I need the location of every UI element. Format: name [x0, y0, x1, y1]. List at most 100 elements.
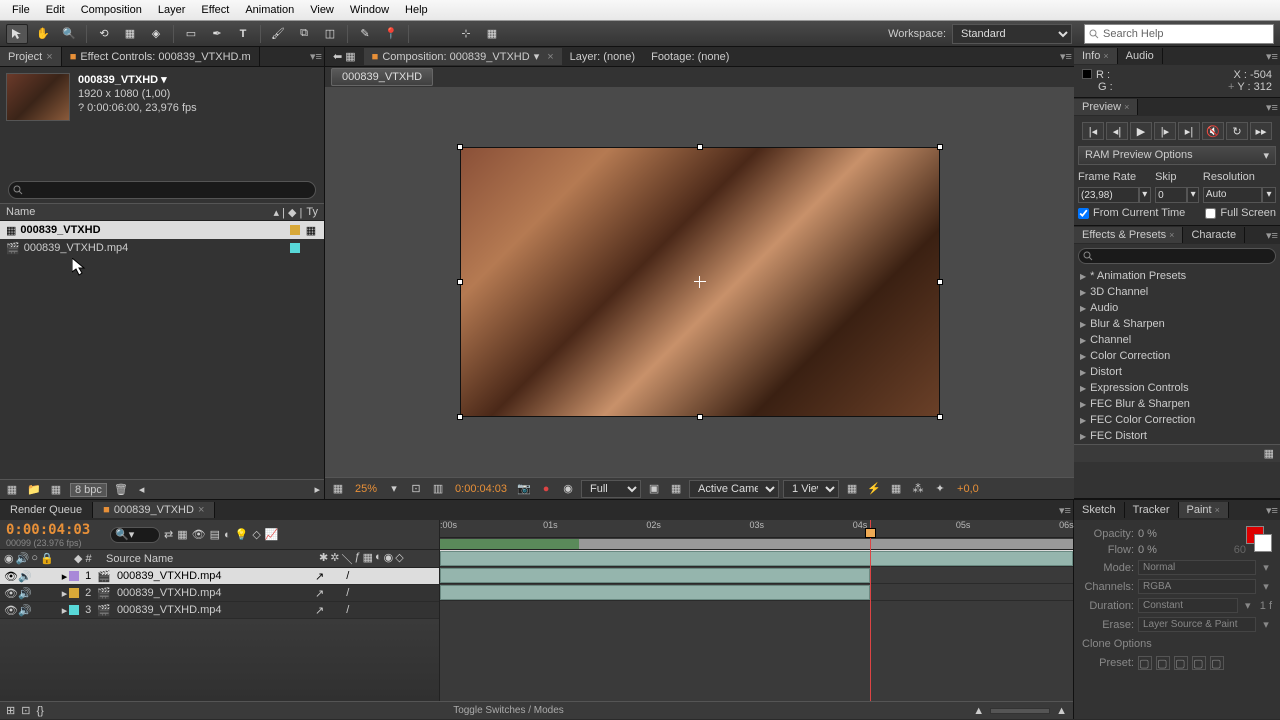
label-swatch[interactable]	[290, 243, 300, 253]
channel-icon[interactable]: ●	[537, 481, 555, 497]
preset-4[interactable]: ▢	[1192, 656, 1206, 670]
timecode[interactable]: 0:00:04:03	[6, 522, 98, 538]
panel-menu-icon[interactable]: ▾≡	[1264, 229, 1280, 242]
panel-menu-icon[interactable]: ▾≡	[1057, 504, 1073, 517]
handle-bl[interactable]	[457, 414, 463, 420]
bpc-toggle[interactable]: 8 bpc	[70, 483, 107, 497]
menu-view[interactable]: View	[302, 1, 342, 19]
menu-file[interactable]: File	[4, 1, 38, 19]
snapshot-icon[interactable]: 📷	[515, 481, 533, 497]
pixel-aspect-icon[interactable]: ▦	[843, 481, 861, 497]
project-columns-header[interactable]: Name ▴ | ◆ | Ty	[0, 203, 324, 221]
character-tab[interactable]: Characte	[1183, 227, 1245, 243]
layer-row[interactable]: 👁🔊▸3🎬000839_VTXHD.mp4↗/	[0, 602, 439, 619]
rotate-tool-icon[interactable]: ⟲	[93, 24, 115, 44]
flowchart-icon[interactable]: ⁂	[909, 481, 927, 497]
comp-mini-flowchart-icon[interactable]: ⇄	[164, 528, 173, 541]
brackets-icon[interactable]: {}	[36, 705, 43, 717]
background-color[interactable]	[1254, 534, 1272, 552]
flow-value[interactable]: 0 %	[1138, 544, 1157, 556]
handle-bc[interactable]	[697, 414, 703, 420]
effects-category[interactable]: ▶Channel	[1074, 332, 1280, 348]
prev-frame-icon[interactable]: ◂|	[1106, 122, 1128, 140]
lock-col-icon[interactable]: 🔒	[40, 552, 54, 565]
clone-tool-icon[interactable]: ⧉	[293, 24, 315, 44]
effects-category[interactable]: ▶Color Correction	[1074, 348, 1280, 364]
toggle-switches-modes[interactable]: Toggle Switches / Modes	[453, 705, 564, 716]
trash-icon[interactable]: 🗑	[113, 483, 129, 497]
eraser-tool-icon[interactable]: ◫	[319, 24, 341, 44]
from-current-time-checkbox[interactable]	[1078, 208, 1089, 219]
resolution-select[interactable]: Full	[581, 480, 641, 498]
effects-presets-tab[interactable]: Effects & Presets×	[1074, 227, 1183, 243]
last-frame-icon[interactable]: ▸|	[1178, 122, 1200, 140]
effects-category[interactable]: ▶FEC Blur & Sharpen	[1074, 396, 1280, 412]
menu-help[interactable]: Help	[397, 1, 436, 19]
effect-controls-tab[interactable]: ■Effect Controls: 000839_VTXHD.m	[62, 47, 260, 66]
search-input[interactable]: 🔍▾	[110, 527, 160, 543]
zoom-in-icon[interactable]: ▲	[1056, 705, 1067, 717]
timeline-layer-bar[interactable]	[440, 550, 1073, 567]
project-search-input[interactable]	[8, 181, 316, 199]
safe-zones-icon[interactable]: ⊡	[407, 481, 425, 497]
views-select[interactable]: 1 View	[783, 480, 839, 498]
handle-ml[interactable]	[457, 279, 463, 285]
info-tab[interactable]: Info×	[1074, 48, 1118, 64]
effects-category[interactable]: ▶Expression Controls	[1074, 380, 1280, 396]
graph-editor-icon[interactable]: 📈	[265, 528, 279, 541]
composition-viewer[interactable]	[325, 87, 1074, 477]
snap-tool-icon[interactable]: ▦	[481, 24, 503, 44]
layer-row[interactable]: 👁🔊▸1🎬000839_VTXHD.mp4↗/	[0, 568, 439, 585]
handle-br[interactable]	[937, 414, 943, 420]
frame-blend-icon[interactable]: ▤	[210, 528, 220, 541]
color-mgmt-icon[interactable]: ◉	[559, 481, 577, 497]
auto-keyframe-icon[interactable]: ◇	[252, 528, 260, 541]
tracker-tab[interactable]: Tracker	[1125, 502, 1179, 518]
handle-mr[interactable]	[937, 279, 943, 285]
panel-menu-icon[interactable]: ▾≡	[1264, 504, 1280, 517]
label-swatch[interactable]	[290, 225, 300, 235]
brainstorm-icon[interactable]: 💡	[235, 528, 249, 541]
effects-category[interactable]: ▶FEC Color Correction	[1074, 412, 1280, 428]
preview-res-select[interactable]: Auto	[1203, 187, 1262, 203]
menu-edit[interactable]: Edit	[38, 1, 73, 19]
new-bin-icon[interactable]: ▦	[1074, 444, 1280, 462]
zoom-out-icon[interactable]: ▲	[973, 705, 984, 717]
folder-icon[interactable]: 📁	[26, 483, 42, 497]
mute-icon[interactable]: 🔇	[1202, 122, 1224, 140]
footage-tab[interactable]: Footage: (none)	[643, 49, 737, 65]
timeline-comp-tab[interactable]: ■000839_VTXHD×	[93, 502, 215, 518]
menu-composition[interactable]: Composition	[73, 1, 150, 19]
roto-tool-icon[interactable]: ✎	[354, 24, 376, 44]
solo-col-icon[interactable]: ○	[31, 552, 38, 565]
timeline-layer-bar[interactable]	[440, 567, 1073, 584]
layer-tab[interactable]: Layer: (none)	[562, 49, 643, 65]
channels-select[interactable]: RGBA	[1138, 579, 1256, 594]
menu-effect[interactable]: Effect	[193, 1, 237, 19]
source-name-col[interactable]: Source Name	[100, 553, 319, 565]
roi-icon[interactable]: ▣	[645, 481, 663, 497]
work-area-bar[interactable]	[440, 538, 1073, 550]
zoom-tool-icon[interactable]: 🔍	[58, 24, 80, 44]
timeline-layer-bar[interactable]	[440, 584, 1073, 601]
mask-icon[interactable]: ▥	[429, 481, 447, 497]
audio-col-icon[interactable]: 🔊	[16, 552, 30, 565]
sketch-tab[interactable]: Sketch	[1074, 502, 1125, 518]
preset-1[interactable]: ▢	[1138, 656, 1152, 670]
selection-tool-icon[interactable]	[6, 24, 28, 44]
current-time[interactable]: 0:00:04:03	[451, 483, 511, 495]
effects-category[interactable]: ▶3D Channel	[1074, 284, 1280, 300]
zoom-value[interactable]: 25%	[351, 483, 381, 495]
comp-subtab[interactable]: 000839_VTXHD	[325, 67, 1074, 87]
preset-3[interactable]: ▢	[1174, 656, 1188, 670]
brush-tool-icon[interactable]: 🖌	[267, 24, 289, 44]
handle-tc[interactable]	[697, 144, 703, 150]
transparency-icon[interactable]: ▦	[667, 481, 685, 497]
project-tab[interactable]: Project×	[0, 47, 62, 66]
effects-category[interactable]: ▶* Animation Presets	[1074, 268, 1280, 284]
fast-preview-icon[interactable]: ⚡	[865, 481, 883, 497]
toggle-switch-icon[interactable]: ⊡	[21, 704, 30, 717]
duration-select[interactable]: Constant	[1138, 598, 1238, 613]
mode-select[interactable]: Normal	[1138, 560, 1256, 575]
loop-icon[interactable]: ↻	[1226, 122, 1248, 140]
